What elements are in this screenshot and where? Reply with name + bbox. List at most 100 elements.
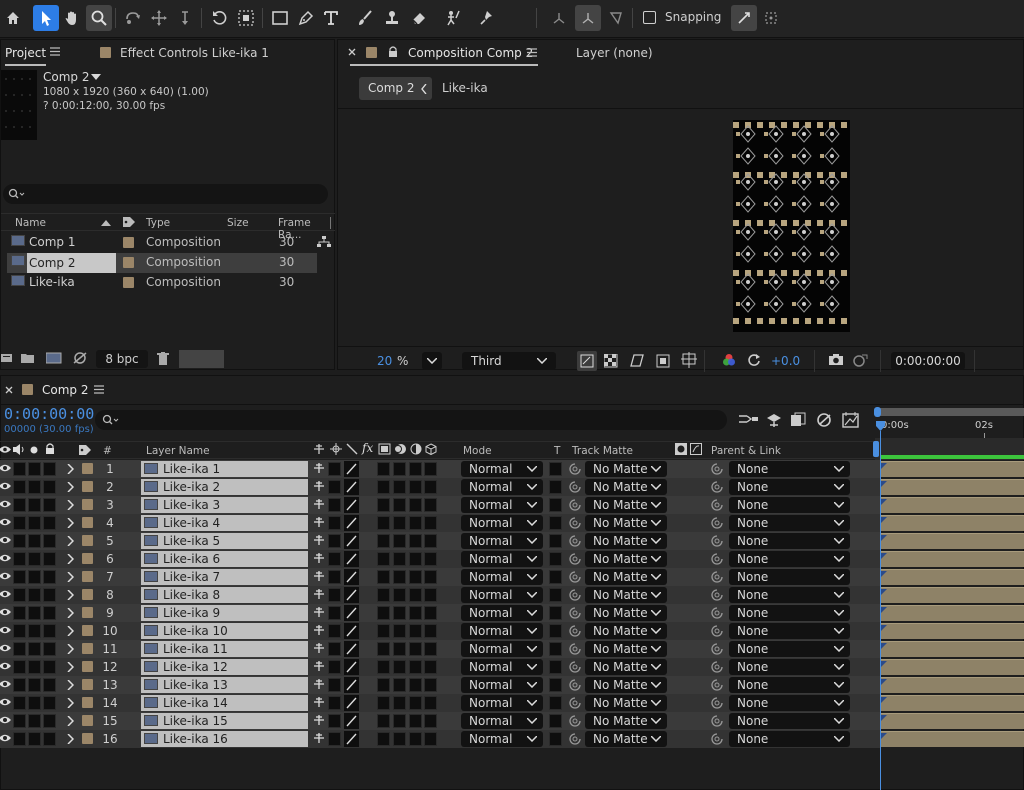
preserve-transparency-toggle[interactable] xyxy=(549,714,562,728)
track-matte-dropdown[interactable]: No Matte xyxy=(585,479,667,495)
move-tool-icon[interactable] xyxy=(172,5,198,31)
eye-icon[interactable] xyxy=(0,607,11,619)
frame-blend-toggle[interactable] xyxy=(393,642,406,656)
motion-blur-toggle[interactable] xyxy=(409,606,422,620)
pickwhip-icon[interactable] xyxy=(568,714,582,731)
3d-toggle[interactable] xyxy=(424,534,437,548)
pickwhip-icon[interactable] xyxy=(568,480,582,497)
expand-chevron-icon[interactable] xyxy=(67,626,74,636)
quality-toggle[interactable] xyxy=(344,713,359,729)
layer-row-14[interactable]: 14 Like-ika 14 Normal No Matte None xyxy=(0,694,1024,713)
fast-previews-icon[interactable] xyxy=(577,351,597,371)
frame-blend-toggle[interactable] xyxy=(393,498,406,512)
layer-duration-bar[interactable] xyxy=(881,713,1024,729)
solo-toggle[interactable] xyxy=(28,462,41,476)
quality-toggle[interactable] xyxy=(344,695,359,711)
mode-dropdown[interactable]: Normal xyxy=(461,587,543,603)
preserve-transparency-toggle[interactable] xyxy=(549,678,562,692)
solo-toggle[interactable] xyxy=(28,588,41,602)
layer-duration-bar[interactable] xyxy=(881,641,1024,657)
collapse-toggle[interactable] xyxy=(328,552,341,566)
show-snapshot-icon[interactable] xyxy=(852,353,868,367)
quality-toggle[interactable] xyxy=(344,533,359,549)
eye-icon[interactable] xyxy=(0,589,11,601)
parent-pickwhip-icon[interactable] xyxy=(710,480,724,497)
layer-duration-bar[interactable] xyxy=(881,515,1024,531)
shy-icon[interactable] xyxy=(313,552,325,567)
layer-duration-bar[interactable] xyxy=(881,587,1024,603)
snapshot-icon[interactable] xyxy=(828,353,844,366)
eye-icon[interactable] xyxy=(0,553,11,565)
layer-row-15[interactable]: 15 Like-ika 15 Normal No Matte None xyxy=(0,712,1024,731)
pickwhip-icon[interactable] xyxy=(568,606,582,623)
timeline-search-input[interactable] xyxy=(95,410,727,430)
parent-pickwhip-icon[interactable] xyxy=(710,588,724,605)
frame-blend-toggle[interactable] xyxy=(393,696,406,710)
close-icon[interactable] xyxy=(348,48,356,56)
pickwhip-icon[interactable] xyxy=(568,570,582,587)
expand-chevron-icon[interactable] xyxy=(67,644,74,654)
layer-name[interactable]: Like-ika 6 xyxy=(141,551,308,567)
parent-dropdown[interactable]: None xyxy=(729,551,850,567)
parent-dropdown[interactable]: None xyxy=(729,515,850,531)
layer-name[interactable]: Like-ika 13 xyxy=(141,677,308,693)
effects-toggle[interactable] xyxy=(377,660,390,674)
expand-chevron-icon[interactable] xyxy=(67,662,74,672)
pickwhip-icon[interactable] xyxy=(568,516,582,533)
effects-toggle[interactable] xyxy=(377,480,390,494)
pan-behind-tool-icon[interactable] xyxy=(146,5,172,31)
frame-blend-toggle[interactable] xyxy=(393,678,406,692)
parent-dropdown[interactable]: None xyxy=(729,641,850,657)
mode-dropdown[interactable]: Normal xyxy=(461,551,543,567)
effects-toggle[interactable] xyxy=(377,624,390,638)
audio-toggle[interactable] xyxy=(13,480,26,494)
expand-chevron-icon[interactable] xyxy=(67,716,74,726)
audio-toggle[interactable] xyxy=(13,570,26,584)
collapse-switch-icon[interactable] xyxy=(330,443,342,455)
pen-tool-icon[interactable] xyxy=(293,5,319,31)
solo-toggle[interactable] xyxy=(28,660,41,674)
layer-row-6[interactable]: 6 Like-ika 6 Normal No Matte None xyxy=(0,550,1024,568)
label-swatch[interactable] xyxy=(123,277,134,288)
hide-shy-layers-icon[interactable] xyxy=(790,412,806,428)
layer-row-11[interactable]: 11 Like-ika 11 Normal No Matte None xyxy=(0,640,1024,658)
layer-name[interactable]: Like-ika 10 xyxy=(141,623,308,639)
mode-dropdown[interactable]: Normal xyxy=(461,461,543,477)
pickwhip-icon[interactable] xyxy=(568,588,582,605)
audio-toggle[interactable] xyxy=(13,462,26,476)
parent-dropdown[interactable]: None xyxy=(729,461,850,477)
expand-chevron-icon[interactable] xyxy=(67,554,74,564)
shy-icon[interactable] xyxy=(313,678,325,693)
audio-toggle[interactable] xyxy=(13,606,26,620)
layer-duration-bar[interactable] xyxy=(881,659,1024,675)
parent-dropdown[interactable]: None xyxy=(729,479,850,495)
tab-project[interactable]: Project xyxy=(5,46,46,60)
col-layer-name[interactable]: Layer Name xyxy=(146,445,210,457)
expand-chevron-icon[interactable] xyxy=(67,590,74,600)
parent-pickwhip-icon[interactable] xyxy=(710,696,724,713)
project-scroll-slider[interactable] xyxy=(179,350,224,368)
tab-composition[interactable]: Composition Comp 2 xyxy=(408,46,533,60)
playhead-handle[interactable] xyxy=(876,421,885,431)
layer-duration-bar[interactable] xyxy=(881,461,1024,477)
quality-toggle[interactable] xyxy=(344,641,359,657)
layer-label-swatch[interactable] xyxy=(82,589,93,600)
quality-toggle[interactable] xyxy=(344,551,359,567)
lock-toggle[interactable] xyxy=(43,660,56,674)
frame-blend-toggle[interactable] xyxy=(393,624,406,638)
layer-label-swatch[interactable] xyxy=(82,715,93,726)
motion-blur-switch-icon[interactable] xyxy=(394,443,407,455)
solo-toggle[interactable] xyxy=(28,606,41,620)
layer-label-swatch[interactable] xyxy=(82,535,93,546)
lock-icon[interactable] xyxy=(388,46,398,57)
shy-icon[interactable] xyxy=(313,642,325,657)
effects-toggle[interactable] xyxy=(377,588,390,602)
mode-dropdown[interactable]: Normal xyxy=(461,515,543,531)
layer-name[interactable]: Like-ika 2 xyxy=(141,479,308,495)
effects-toggle[interactable] xyxy=(377,732,390,746)
3d-toggle[interactable] xyxy=(424,498,437,512)
axis-view-icon[interactable] xyxy=(603,5,629,31)
current-time-display[interactable]: 0:00:00:00 xyxy=(4,405,94,423)
parent-pickwhip-icon[interactable] xyxy=(710,624,724,641)
collapse-toggle[interactable] xyxy=(328,678,341,692)
